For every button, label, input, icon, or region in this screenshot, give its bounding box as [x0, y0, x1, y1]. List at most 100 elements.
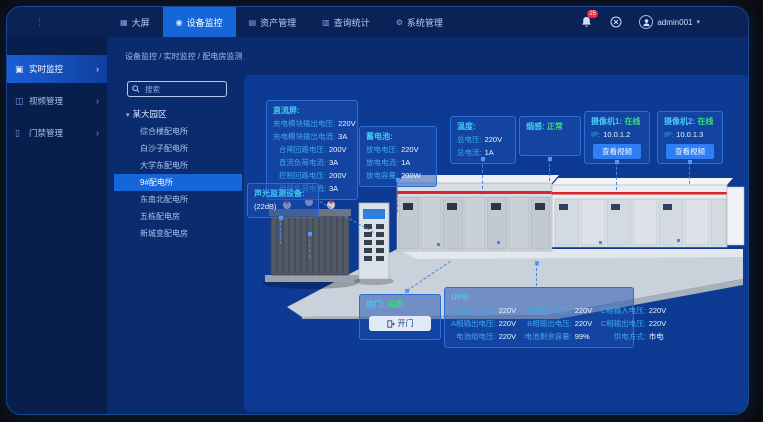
tree-item[interactable]: 五栋配电房 [114, 208, 242, 225]
station-tree: ▾某大园区 综合楼配电所 白沙子配电所 大学东配电所 9#配电所 东南北配电所 … [114, 105, 242, 242]
nav-label: 系统管理 [407, 16, 443, 29]
connector-line [280, 218, 281, 244]
camera1-status: 在线 [624, 117, 640, 126]
nav-item-system[interactable]: ⚙ 系统管理 [383, 7, 456, 37]
tree-collapse-icon: ▾ [126, 112, 130, 119]
assets-icon: ▤ [249, 18, 257, 27]
card-title: 声光监测设备: [254, 188, 312, 200]
video-icon: ◫ [15, 96, 29, 107]
field-label: 总电压: [457, 133, 482, 146]
field-value: 3A [329, 182, 351, 195]
chevron-right-icon: › [96, 96, 99, 106]
card-title: 直流屏: [273, 105, 351, 117]
sound-value: (22dB) [254, 200, 277, 213]
view-video-button[interactable]: 查看视频 [593, 144, 642, 159]
top-navigation-bar: ⋮ ▦ 大屏 ◉ 设备监控 ▤ 资产管理 ▥ 查询统计 ⚙ 系统管理 [7, 7, 748, 37]
open-door-label: 开门 [398, 318, 414, 329]
card-title: 摄像机1: 在线 [591, 116, 643, 128]
field-value: 220V [575, 304, 597, 317]
field-value: 220V [485, 133, 507, 146]
notification-bell-icon[interactable]: 25 [579, 15, 593, 29]
connector-line [536, 263, 537, 286]
user-menu[interactable]: admin001 ▾ [639, 15, 700, 29]
tree-search[interactable] [127, 81, 227, 97]
ip-value: 10.0.1.3 [676, 128, 703, 141]
sidebar-item-video-mgmt[interactable]: ◫ 视频管理 › [7, 87, 107, 115]
view-video-button[interactable]: 查看视频 [666, 144, 715, 159]
dashboard-icon: ▦ [120, 18, 128, 27]
fullscreen-icon[interactable] [609, 15, 623, 29]
nav-label: 大屏 [132, 16, 150, 29]
card-sound-light-monitor: 声光监测设备: (22dB) [247, 183, 319, 218]
connector-line [482, 159, 483, 189]
field-value: 200V [329, 169, 351, 182]
tree-item[interactable]: 白沙子配电所 [114, 140, 242, 157]
card-title: UPS: [451, 292, 627, 304]
nav-item-dashboard[interactable]: ▦ 大屏 [107, 7, 163, 37]
nav-label: 设备监控 [187, 16, 223, 29]
search-input[interactable] [143, 84, 222, 95]
field-value: 220V [338, 117, 360, 130]
ip-label: IP: [591, 128, 600, 141]
field-value: 220V [575, 317, 597, 330]
connector-line [689, 162, 690, 184]
open-door-button[interactable]: 开门 [369, 316, 431, 331]
chevron-right-icon: › [96, 128, 99, 138]
nav-label: 查询统计 [334, 16, 370, 29]
connector-line [616, 162, 617, 190]
stats-icon: ▥ [322, 18, 330, 27]
field-value: 220V [649, 317, 671, 330]
breadcrumb: 设备监控 / 实时监控 / 配电房监测 [125, 51, 242, 62]
screenshot-stage: ⋮ ▦ 大屏 ◉ 设备监控 ▤ 资产管理 ▥ 查询统计 ⚙ 系统管理 [0, 0, 763, 422]
nav-item-device-monitor[interactable]: ◉ 设备监控 [163, 7, 236, 37]
logo-area: ⋮ [7, 7, 107, 37]
nav-item-query-stats[interactable]: ▥ 查询统计 [309, 7, 383, 37]
nav-label: 资产管理 [260, 16, 296, 29]
chevron-right-icon: › [96, 64, 99, 74]
card-title: 蓄电池: [366, 131, 430, 143]
door-status: 关闭 [387, 300, 403, 309]
left-sidebar: ▣ 实时监控 › ◫ 视频管理 › ▯ 门禁管理 › [7, 37, 107, 414]
power-room-monitor-panel: 直流屏: 充电模块输出电压:220V 充电模块输出电流:3A 合闸回路电压:20… [244, 75, 748, 412]
smoke-status: 正常 [547, 122, 563, 131]
nav-item-assets[interactable]: ▤ 资产管理 [236, 7, 310, 37]
monitor-icon: ◉ [176, 18, 183, 27]
avatar [639, 15, 653, 29]
card-title: 温度: [457, 121, 509, 133]
tree-item[interactable]: 大学东配电所 [114, 157, 242, 174]
field-value: 220V [499, 304, 521, 317]
ip-value: 10.0.1.2 [603, 128, 630, 141]
sidebar-item-realtime-monitor[interactable]: ▣ 实时监控 › [7, 55, 107, 83]
topbar-right-cluster: 25 admin001 ▾ [579, 7, 748, 37]
connector-line [397, 180, 398, 212]
connector-line [309, 234, 310, 258]
chevron-down-icon: ▾ [696, 18, 700, 26]
field-value: 200V [329, 143, 351, 156]
field-value: 220V [499, 330, 521, 343]
connector-line [549, 159, 550, 181]
tree-item[interactable]: 东南北配电所 [114, 191, 242, 208]
field-value: 1A [485, 146, 507, 159]
tree-item-selected[interactable]: 9#配电所 [114, 174, 242, 191]
username-label: admin001 [657, 18, 692, 27]
field-value: 99% [575, 330, 597, 343]
open-door-icon [387, 320, 395, 328]
field-value: 3A [329, 156, 351, 169]
field-label: 电池组电压: [451, 330, 496, 343]
field-label: 总电流: [457, 146, 482, 159]
field-value: 200W [401, 169, 423, 182]
field-label: 供电方式: [601, 330, 646, 343]
sidebar-item-label: 门禁管理 [29, 127, 96, 139]
tree-item[interactable]: 综合楼配电所 [114, 123, 242, 140]
sidebar-item-access-mgmt[interactable]: ▯ 门禁管理 › [7, 119, 107, 147]
field-value: 220V [499, 317, 521, 330]
field-label: B相输出电压: [525, 317, 572, 330]
station-tree-panel: ▾某大园区 综合楼配电所 白沙子配电所 大学东配电所 9#配电所 东南北配电所 … [114, 65, 242, 414]
tree-item[interactable]: 新城变配电房 [114, 225, 242, 242]
field-value: 3A [338, 130, 360, 143]
tree-root-node[interactable]: ▾某大园区 [114, 105, 242, 123]
card-smoke-sensor: 烟感: 正常 [519, 116, 581, 156]
door-icon: ▯ [15, 128, 29, 139]
camera2-status: 在线 [697, 117, 713, 126]
field-label: 放电电压: [366, 143, 398, 156]
